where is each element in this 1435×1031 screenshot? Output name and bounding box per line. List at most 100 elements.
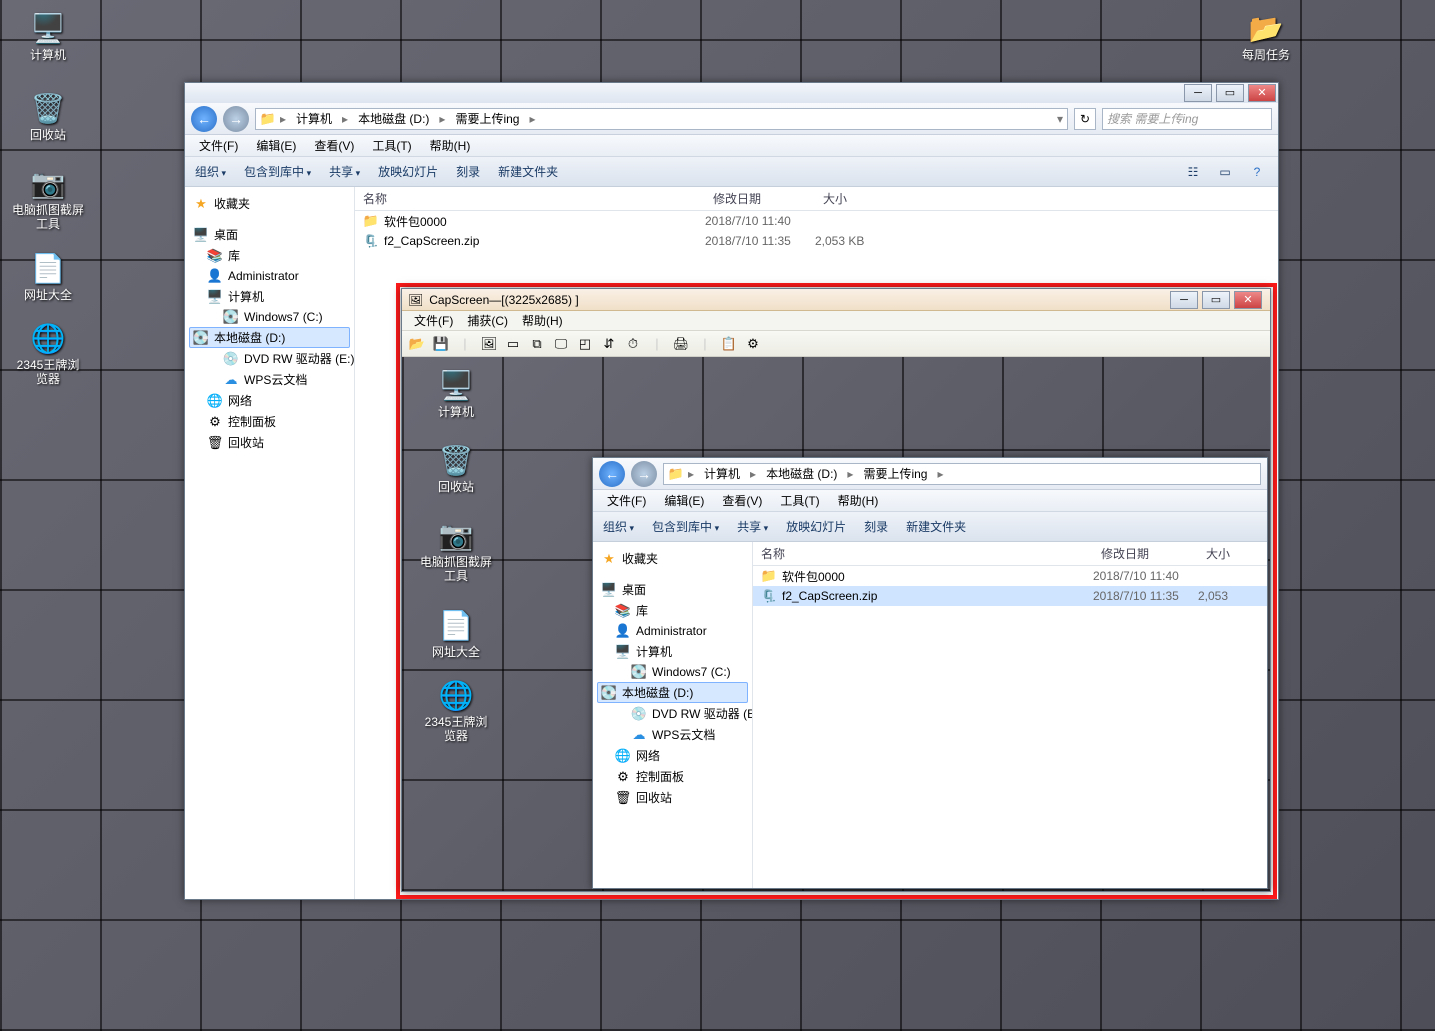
col-date[interactable]: 修改日期 <box>705 190 815 207</box>
minimize-button[interactable]: ─ <box>1184 84 1212 102</box>
menu-view[interactable]: 查看(V) <box>714 490 770 511</box>
desktop-icon-url-all[interactable]: 📄网址大全 <box>12 250 84 302</box>
desktop-icon-computer[interactable]: 🖥️计算机 <box>12 10 84 62</box>
toolbar-burn[interactable]: 刻录 <box>864 518 888 535</box>
tb-save-icon[interactable]: 💾 <box>432 335 450 353</box>
col-name[interactable]: 名称 <box>753 545 1093 562</box>
toolbar-newfolder[interactable]: 新建文件夹 <box>498 163 558 180</box>
desktop-icon-recycle[interactable]: 🗑️回收站 <box>12 90 84 142</box>
refresh-button[interactable]: ↻ <box>1074 108 1096 130</box>
menu-edit[interactable]: 编辑(E) <box>248 135 304 156</box>
toolbar-newfolder[interactable]: 新建文件夹 <box>906 518 966 535</box>
menu-file[interactable]: 文件(F) <box>408 311 459 330</box>
cloud-icon: ☁ <box>223 372 239 388</box>
capscreen-window: 🖼 CapScreen—[(3225x2685) ] ─ ▭ ✕ 文件(F) 捕… <box>401 288 1271 892</box>
addr-dropdown-icon[interactable]: ▾ <box>1057 112 1063 126</box>
tb-copy-icon[interactable]: 📋 <box>720 335 738 353</box>
tree-control[interactable]: ⚙控制面板 <box>597 766 748 787</box>
toolbar-include[interactable]: 包含到库中 <box>652 518 719 535</box>
back-button[interactable]: ← <box>191 106 217 132</box>
toolbar-burn[interactable]: 刻录 <box>456 163 480 180</box>
toolbar-organize[interactable]: 组织 <box>603 518 634 535</box>
forward-button[interactable]: → <box>631 461 657 487</box>
tree-network[interactable]: 🌐网络 <box>189 390 350 411</box>
menu-help[interactable]: 帮助(H) <box>830 490 887 511</box>
help-icon[interactable]: ? <box>1246 161 1268 183</box>
menu-edit[interactable]: 编辑(E) <box>656 490 712 511</box>
back-button[interactable]: ← <box>599 461 625 487</box>
tree-drive-d[interactable]: 💽本地磁盘 (D:) <box>597 682 748 703</box>
tb-print-icon[interactable]: 🖨 <box>672 335 690 353</box>
desktop-icon-screenshot-tool[interactable]: 📷电脑抓图截屏 工具 <box>12 165 84 231</box>
col-date[interactable]: 修改日期 <box>1093 545 1198 562</box>
maximize-button[interactable]: ▭ <box>1216 84 1244 102</box>
tree-drive-e[interactable]: 💿DVD RW 驱动器 (E:) <box>189 348 350 369</box>
tree-favorites[interactable]: ★收藏夹 <box>597 548 748 569</box>
tb-window-icon[interactable]: ⧉ <box>528 335 546 353</box>
toolbar-slideshow[interactable]: 放映幻灯片 <box>786 518 846 535</box>
menu-help[interactable]: 帮助(H) <box>422 135 479 156</box>
tree-library[interactable]: 📚库 <box>189 245 350 266</box>
tree-drive-c[interactable]: 💽Windows7 (C:) <box>189 307 350 327</box>
view-toggle-icon[interactable]: ☷ <box>1182 161 1204 183</box>
tree-recycle[interactable]: 🗑回收站 <box>189 432 350 453</box>
minimize-button[interactable]: ─ <box>1170 291 1198 309</box>
search-input[interactable]: 搜索 需要上传ing <box>1102 108 1272 130</box>
close-button[interactable]: ✕ <box>1248 84 1276 102</box>
tree-control[interactable]: ⚙控制面板 <box>189 411 350 432</box>
tree-drive-d[interactable]: 💽本地磁盘 (D:) <box>189 327 350 348</box>
col-size[interactable]: 大小 <box>815 190 895 207</box>
tree-drive-c[interactable]: 💽Windows7 (C:) <box>597 662 748 682</box>
tree-computer[interactable]: 🖥️计算机 <box>189 286 350 307</box>
tree-network[interactable]: 🌐网络 <box>597 745 748 766</box>
tb-scroll-icon[interactable]: ⇵ <box>600 335 618 353</box>
toolbar-share[interactable]: 共享 <box>737 518 768 535</box>
tree-desktop[interactable]: 🖥️桌面 <box>597 579 748 600</box>
col-name[interactable]: 名称 <box>355 190 705 207</box>
menu-view[interactable]: 查看(V) <box>306 135 362 156</box>
toolbar-share[interactable]: 共享 <box>329 163 360 180</box>
inner-address-bar[interactable]: ▸计算机 ▸本地磁盘 (D:) ▸需要上传ing ▸ <box>663 463 1261 485</box>
tree-wps[interactable]: ☁WPS云文档 <box>189 369 350 390</box>
desktop-icon-weekly-task[interactable]: 📂每周任务 <box>1230 10 1302 62</box>
menu-file[interactable]: 文件(F) <box>599 490 654 511</box>
col-size[interactable]: 大小 <box>1198 545 1248 562</box>
capscreen-canvas[interactable]: 🖥️计算机 🗑️回收站 📷电脑抓图截屏 工具 📄网址大全 🌐2345王牌浏 览器… <box>402 357 1270 891</box>
tb-image-icon[interactable]: 🖼 <box>480 335 498 353</box>
toolbar-organize[interactable]: 组织 <box>195 163 226 180</box>
tree-library[interactable]: 📚库 <box>597 600 748 621</box>
file-row[interactable]: f2_CapScreen.zip 2018/7/10 11:35 2,053 <box>753 586 1267 606</box>
tree-drive-e[interactable]: 💿DVD RW 驱动器 (E:) <box>597 703 748 724</box>
tb-open-icon[interactable]: 📂 <box>408 335 426 353</box>
file-row[interactable]: f2_CapScreen.zip 2018/7/10 11:35 2,053 K… <box>355 231 1278 251</box>
tree-desktop[interactable]: 🖥️桌面 <box>189 224 350 245</box>
file-row[interactable]: 软件包0000 2018/7/10 11:40 <box>355 211 1278 231</box>
menu-capture[interactable]: 捕获(C) <box>461 311 514 330</box>
maximize-button[interactable]: ▭ <box>1202 291 1230 309</box>
tb-object-icon[interactable]: ◰ <box>576 335 594 353</box>
desktop-icon-2345browser[interactable]: 🌐2345王牌浏 览器 <box>12 320 84 386</box>
menu-tools[interactable]: 工具(T) <box>772 490 827 511</box>
menu-tools[interactable]: 工具(T) <box>364 135 419 156</box>
tree-admin[interactable]: 👤Administrator <box>597 621 748 641</box>
tree-favorites[interactable]: ★收藏夹 <box>189 193 350 214</box>
tree-recycle[interactable]: 🗑回收站 <box>597 787 748 808</box>
menu-file[interactable]: 文件(F) <box>191 135 246 156</box>
tree-wps[interactable]: ☁WPS云文档 <box>597 724 748 745</box>
preview-pane-icon[interactable]: ▭ <box>1214 161 1236 183</box>
file-row[interactable]: 软件包0000 2018/7/10 11:40 <box>753 566 1267 586</box>
tb-settings-icon[interactable]: ⚙ <box>744 335 762 353</box>
tree-computer[interactable]: 🖥️计算机 <box>597 641 748 662</box>
menu-help[interactable]: 帮助(H) <box>516 311 569 330</box>
tb-fullscreen-icon[interactable]: 🖵 <box>552 335 570 353</box>
toolbar-include[interactable]: 包含到库中 <box>244 163 311 180</box>
capscreen-titlebar[interactable]: 🖼 CapScreen—[(3225x2685) ] ─ ▭ ✕ <box>402 289 1270 311</box>
toolbar-slideshow[interactable]: 放映幻灯片 <box>378 163 438 180</box>
address-bar[interactable]: ▸计算机 ▸本地磁盘 (D:) ▸需要上传ing ▸ ▾ <box>255 108 1068 130</box>
forward-button[interactable]: → <box>223 106 249 132</box>
tb-rect-icon[interactable]: ▭ <box>504 335 522 353</box>
close-button[interactable]: ✕ <box>1234 291 1262 309</box>
tree-admin[interactable]: 👤Administrator <box>189 266 350 286</box>
explorer-titlebar[interactable]: ─ ▭ ✕ <box>185 83 1278 103</box>
tb-timer-icon[interactable]: ⏱ <box>624 335 642 353</box>
